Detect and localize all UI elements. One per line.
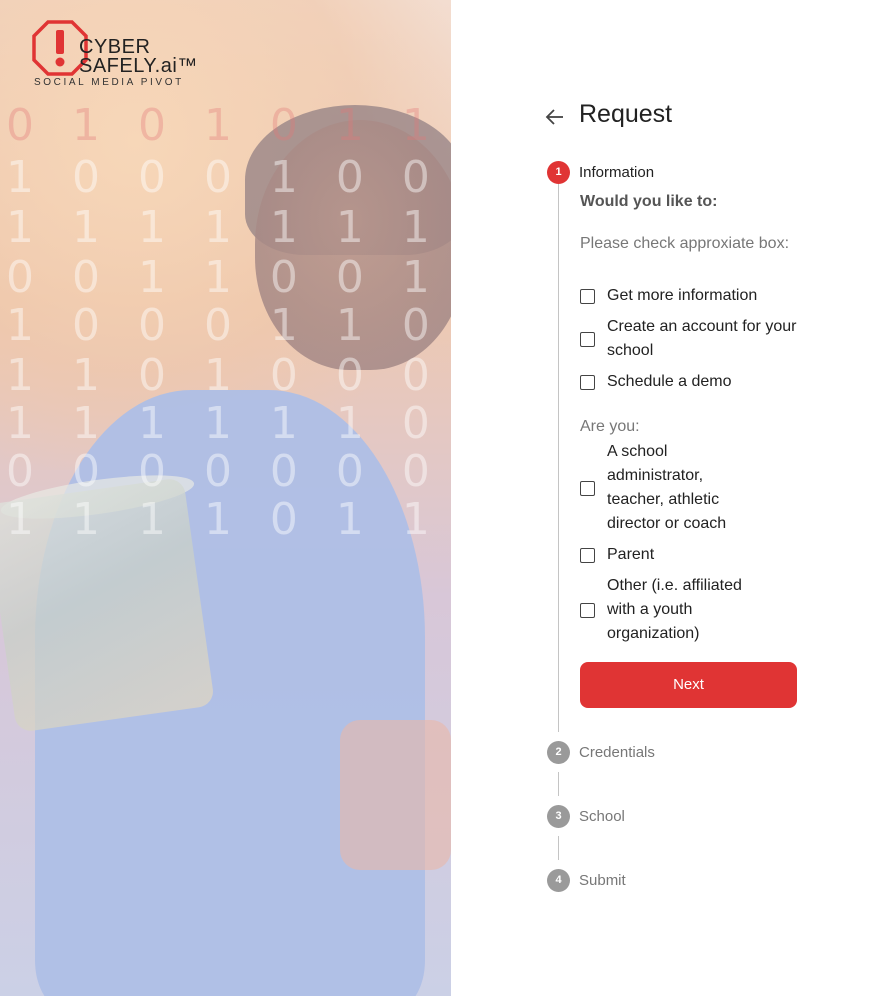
hero-image-panel: 0 1 0 1 0 1 1 1 1 0 1 0 0 0 1 0 0 0 0 1 … xyxy=(0,0,451,996)
stepper-rail xyxy=(558,836,559,860)
step-number-information: 1 xyxy=(547,161,570,184)
check-hint: Please check approxiate box: xyxy=(580,235,790,252)
step-number-submit: 4 xyxy=(547,869,570,892)
question-title: Would you like to: xyxy=(580,193,718,210)
logo-text-safely: SAFELY.ai™ xyxy=(79,55,198,77)
arrow-left-icon[interactable] xyxy=(544,106,566,128)
option-get-more-information[interactable]: Get more information xyxy=(580,284,800,308)
step-label-credentials[interactable]: Credentials xyxy=(579,744,655,761)
option-parent[interactable]: Parent xyxy=(580,543,800,567)
hero-background-red xyxy=(340,720,451,870)
step-label-submit[interactable]: Submit xyxy=(579,872,626,889)
option-label: A school administrator, teacher, athleti… xyxy=(607,443,727,532)
checkbox[interactable] xyxy=(580,547,595,563)
stepper-rail xyxy=(558,772,559,796)
binary-row: 1 1 1 1 1 1 0 1 1 0 xyxy=(6,398,451,449)
checkbox[interactable] xyxy=(580,602,595,618)
option-label: Get more information xyxy=(607,287,758,304)
are-you-label: Are you: xyxy=(580,418,640,435)
binary-row: 1 0 0 0 1 1 0 1 1 0 xyxy=(6,300,451,351)
option-label: Schedule a demo xyxy=(607,373,732,390)
logo-tagline: SOCIAL MEDIA PIVOT xyxy=(34,77,184,88)
binary-row: 1 0 0 0 1 0 0 0 0 1 xyxy=(6,152,451,203)
checkbox[interactable] xyxy=(580,374,595,390)
option-label: Other (i.e. affiliated with a youth orga… xyxy=(607,577,742,642)
option-label: Create an account for your school xyxy=(607,318,797,359)
option-label: Parent xyxy=(607,546,655,563)
checkbox[interactable] xyxy=(580,480,595,496)
binary-row: 0 0 0 0 0 0 0 0 0 0 xyxy=(6,446,451,497)
option-create-account[interactable]: Create an account for your school xyxy=(580,315,800,363)
brand-logo: CYBER SAFELY.ai™ SOCIAL MEDIA PIVOT xyxy=(32,20,212,90)
step-number-credentials: 2 xyxy=(547,741,570,764)
stepper-rail xyxy=(558,184,559,732)
next-button[interactable]: Next xyxy=(580,662,797,708)
option-schedule-demo[interactable]: Schedule a demo xyxy=(580,370,800,394)
step-label-information: Information xyxy=(579,164,655,181)
binary-row: 1 1 1 1 1 1 1 1 0 1 xyxy=(6,202,451,253)
step-number-school: 3 xyxy=(547,805,570,828)
step-label-school[interactable]: School xyxy=(579,808,625,825)
page-title: Request xyxy=(579,100,673,128)
option-school-staff[interactable]: A school administrator, teacher, athleti… xyxy=(580,440,800,536)
checkbox[interactable] xyxy=(580,288,595,304)
binary-row: 0 0 1 1 0 0 1 0 1 1 xyxy=(6,252,451,303)
binary-row: 1 1 0 1 0 0 0 1 0 1 xyxy=(6,350,451,401)
option-other[interactable]: Other (i.e. affiliated with a youth orga… xyxy=(580,574,800,646)
binary-row: 0 1 0 1 0 1 1 1 1 0 xyxy=(6,100,451,151)
binary-row: 1 1 1 1 0 1 1 1 1 0 xyxy=(6,494,451,545)
checkbox[interactable] xyxy=(580,331,595,347)
